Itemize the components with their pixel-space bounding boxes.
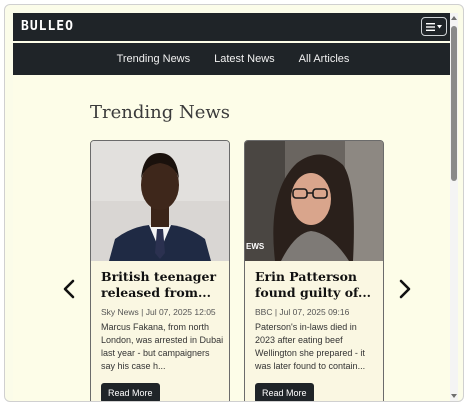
top-navbar: BULLEO <box>13 13 453 41</box>
page-viewport: BULLEO Trending News Latest News All Art… <box>13 13 453 401</box>
chevron-left-icon[interactable] <box>61 278 77 300</box>
news-card-excerpt: Paterson's in-laws died in 2023 after ea… <box>255 322 366 371</box>
scroll-down-arrow-icon[interactable] <box>451 393 457 399</box>
image-overlay-text: EWS <box>246 242 265 251</box>
news-card-image <box>91 141 229 261</box>
caret-down-icon <box>437 24 442 28</box>
nav-link-trending-news[interactable]: Trending News <box>117 53 191 65</box>
section-title: Trending News <box>90 102 231 123</box>
scroll-up-arrow-icon[interactable] <box>451 15 457 21</box>
news-card[interactable]: EWS Erin Patterson found guilty of... BB… <box>244 140 384 401</box>
vertical-scrollbar[interactable] <box>450 13 458 401</box>
scrollbar-thumb[interactable] <box>451 26 457 181</box>
hamburger-icon <box>426 22 435 31</box>
brand-logo[interactable]: BULLEO <box>21 19 74 34</box>
nav-link-latest-news[interactable]: Latest News <box>214 53 275 65</box>
nav-link-all-articles[interactable]: All Articles <box>299 53 350 65</box>
news-card-image <box>245 141 383 261</box>
news-card-headline[interactable]: Erin Patterson found guilty of... <box>255 269 379 301</box>
news-card[interactable]: British teenager released from... Sky Ne… <box>90 140 230 401</box>
secondary-nav: Trending News Latest News All Articles <box>13 43 453 75</box>
news-card-meta: Sky News | Jul 07, 2025 12:05 <box>101 307 216 317</box>
news-card-headline[interactable]: British teenager released from... <box>101 269 225 301</box>
read-more-button[interactable]: Read More <box>255 383 314 401</box>
news-card-excerpt: Marcus Fakana, from north London, was ar… <box>101 322 224 371</box>
read-more-button[interactable]: Read More <box>101 383 160 401</box>
chevron-right-icon[interactable] <box>397 278 413 300</box>
browser-frame: BULLEO Trending News Latest News All Art… <box>4 4 464 402</box>
menu-toggle-button[interactable] <box>421 17 447 36</box>
news-card-meta: BBC | Jul 07, 2025 09:16 <box>255 307 350 317</box>
